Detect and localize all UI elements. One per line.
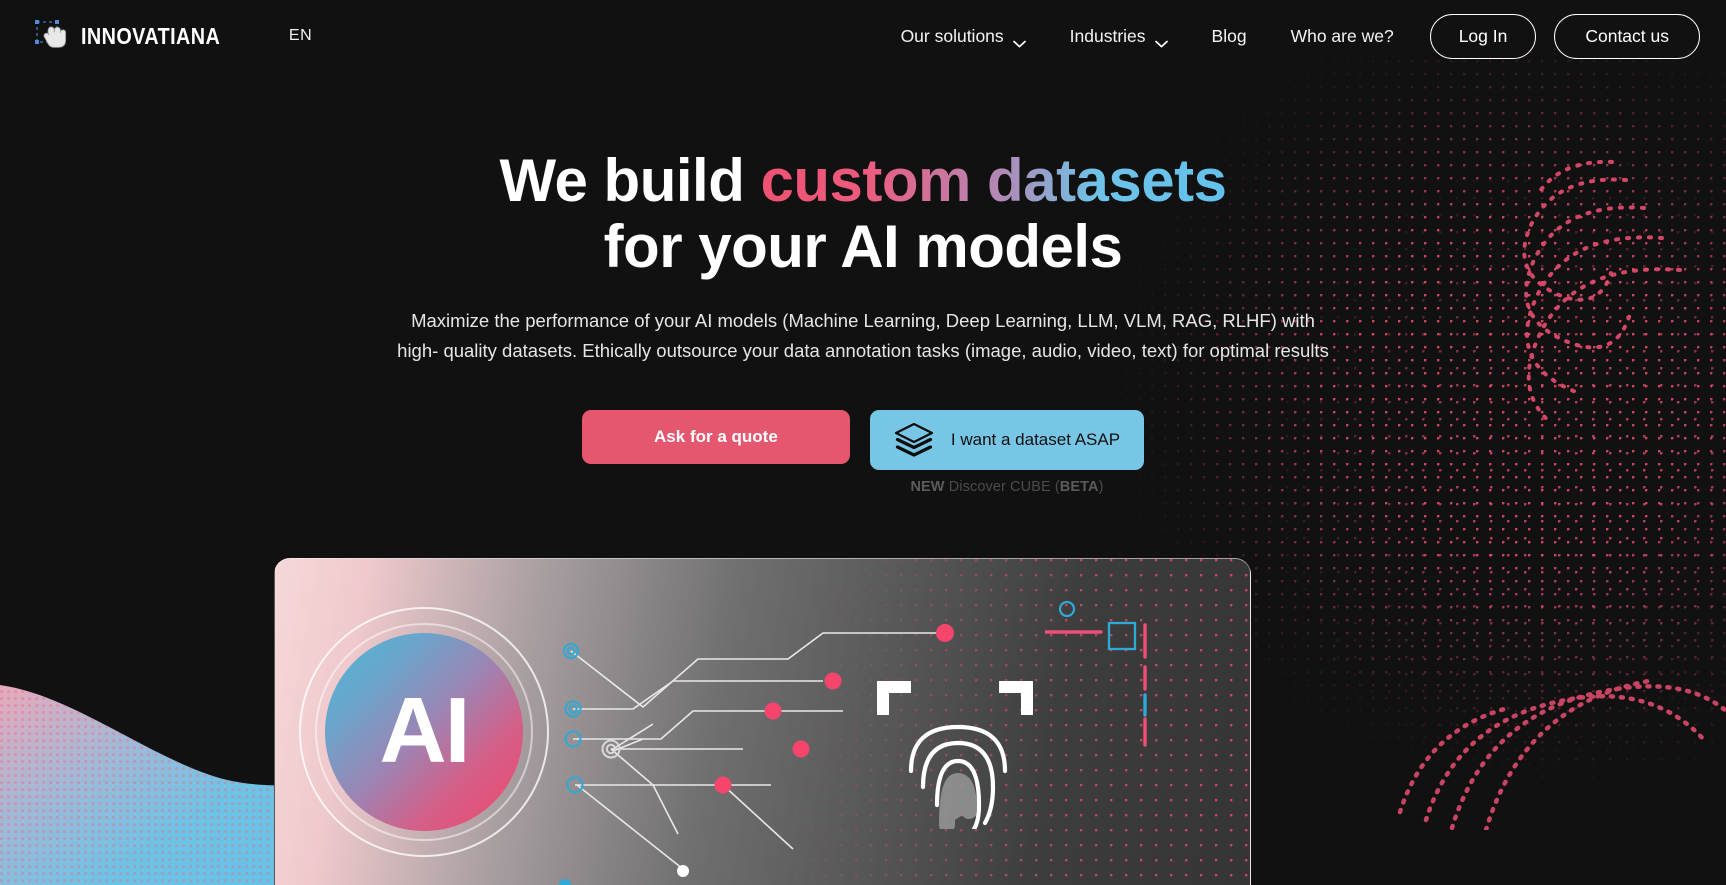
layers-stack-icon — [894, 422, 934, 457]
primary-nav: Our solutions Industries Blog Who are we… — [879, 13, 1700, 59]
fingerprint-scan-icon — [908, 724, 1008, 829]
nav-item-industries[interactable]: Industries — [1048, 25, 1190, 48]
hero-illustration-card: AI — [274, 558, 1251, 885]
top-navigation-bar: INNOVATIANA EN Our solutions Industries … — [0, 0, 1726, 72]
nav-item-who-are-we[interactable]: Who are we? — [1269, 26, 1416, 47]
login-button[interactable]: Log In — [1429, 13, 1537, 59]
cube-note-close: ) — [1098, 479, 1104, 495]
hero-subtitle-line2: quality datasets. Ethically outsource yo… — [443, 340, 1329, 361]
language-switcher[interactable]: EN — [289, 27, 312, 45]
nav-item-blog[interactable]: Blog — [1190, 26, 1269, 47]
headline-plain: We build — [499, 147, 761, 214]
hero-section: We build custom datasets for your AI mod… — [0, 0, 1726, 496]
nav-item-label: Our solutions — [900, 25, 1004, 46]
ai-badge-label: AI — [379, 677, 471, 782]
page-title: We build custom datasets for your AI mod… — [0, 148, 1726, 280]
brand-name: INNOVATIANA — [81, 22, 221, 49]
cube-note-beta-badge: BETA — [1059, 479, 1099, 495]
i-want-a-dataset-asap-button[interactable]: I want a dataset ASAP — [869, 410, 1145, 470]
nav-item-label: Who are we? — [1290, 25, 1394, 46]
headline-gradient: custom datasets — [760, 147, 1228, 214]
cube-note-text: Discover CUBE ( — [944, 479, 1060, 495]
nav-item-label: Industries — [1069, 25, 1146, 46]
contact-us-button[interactable]: Contact us — [1554, 13, 1700, 59]
brand-logo[interactable]: INNOVATIANA — [34, 19, 243, 53]
ask-for-a-quote-button[interactable]: Ask for a quote — [581, 410, 850, 464]
secondary-cta-group: I want a dataset ASAP NEW Discover CUBE … — [869, 410, 1145, 495]
cube-note-new-badge: NEW — [910, 479, 945, 495]
page-root: INNOVATIANA EN Our solutions Industries … — [0, 0, 1726, 885]
hero-cta-row: Ask for a quote I want a dataset ASAP NE… — [0, 410, 1726, 495]
secondary-cta-label: I want a dataset ASAP — [950, 430, 1121, 449]
chevron-down-icon — [1012, 32, 1026, 48]
headline-line2: for your AI models — [603, 213, 1123, 280]
nav-item-label: Blog — [1211, 25, 1247, 46]
hero-subtitle: Maximize the performance of your AI mode… — [388, 306, 1338, 366]
chevron-down-icon — [1154, 32, 1168, 48]
hand-cursor-select-icon — [34, 19, 70, 53]
nav-item-our-solutions[interactable]: Our solutions — [879, 25, 1048, 48]
cube-beta-note[interactable]: NEW Discover CUBE (BETA) — [910, 479, 1103, 495]
hud-markers-illustration — [1045, 600, 1147, 747]
